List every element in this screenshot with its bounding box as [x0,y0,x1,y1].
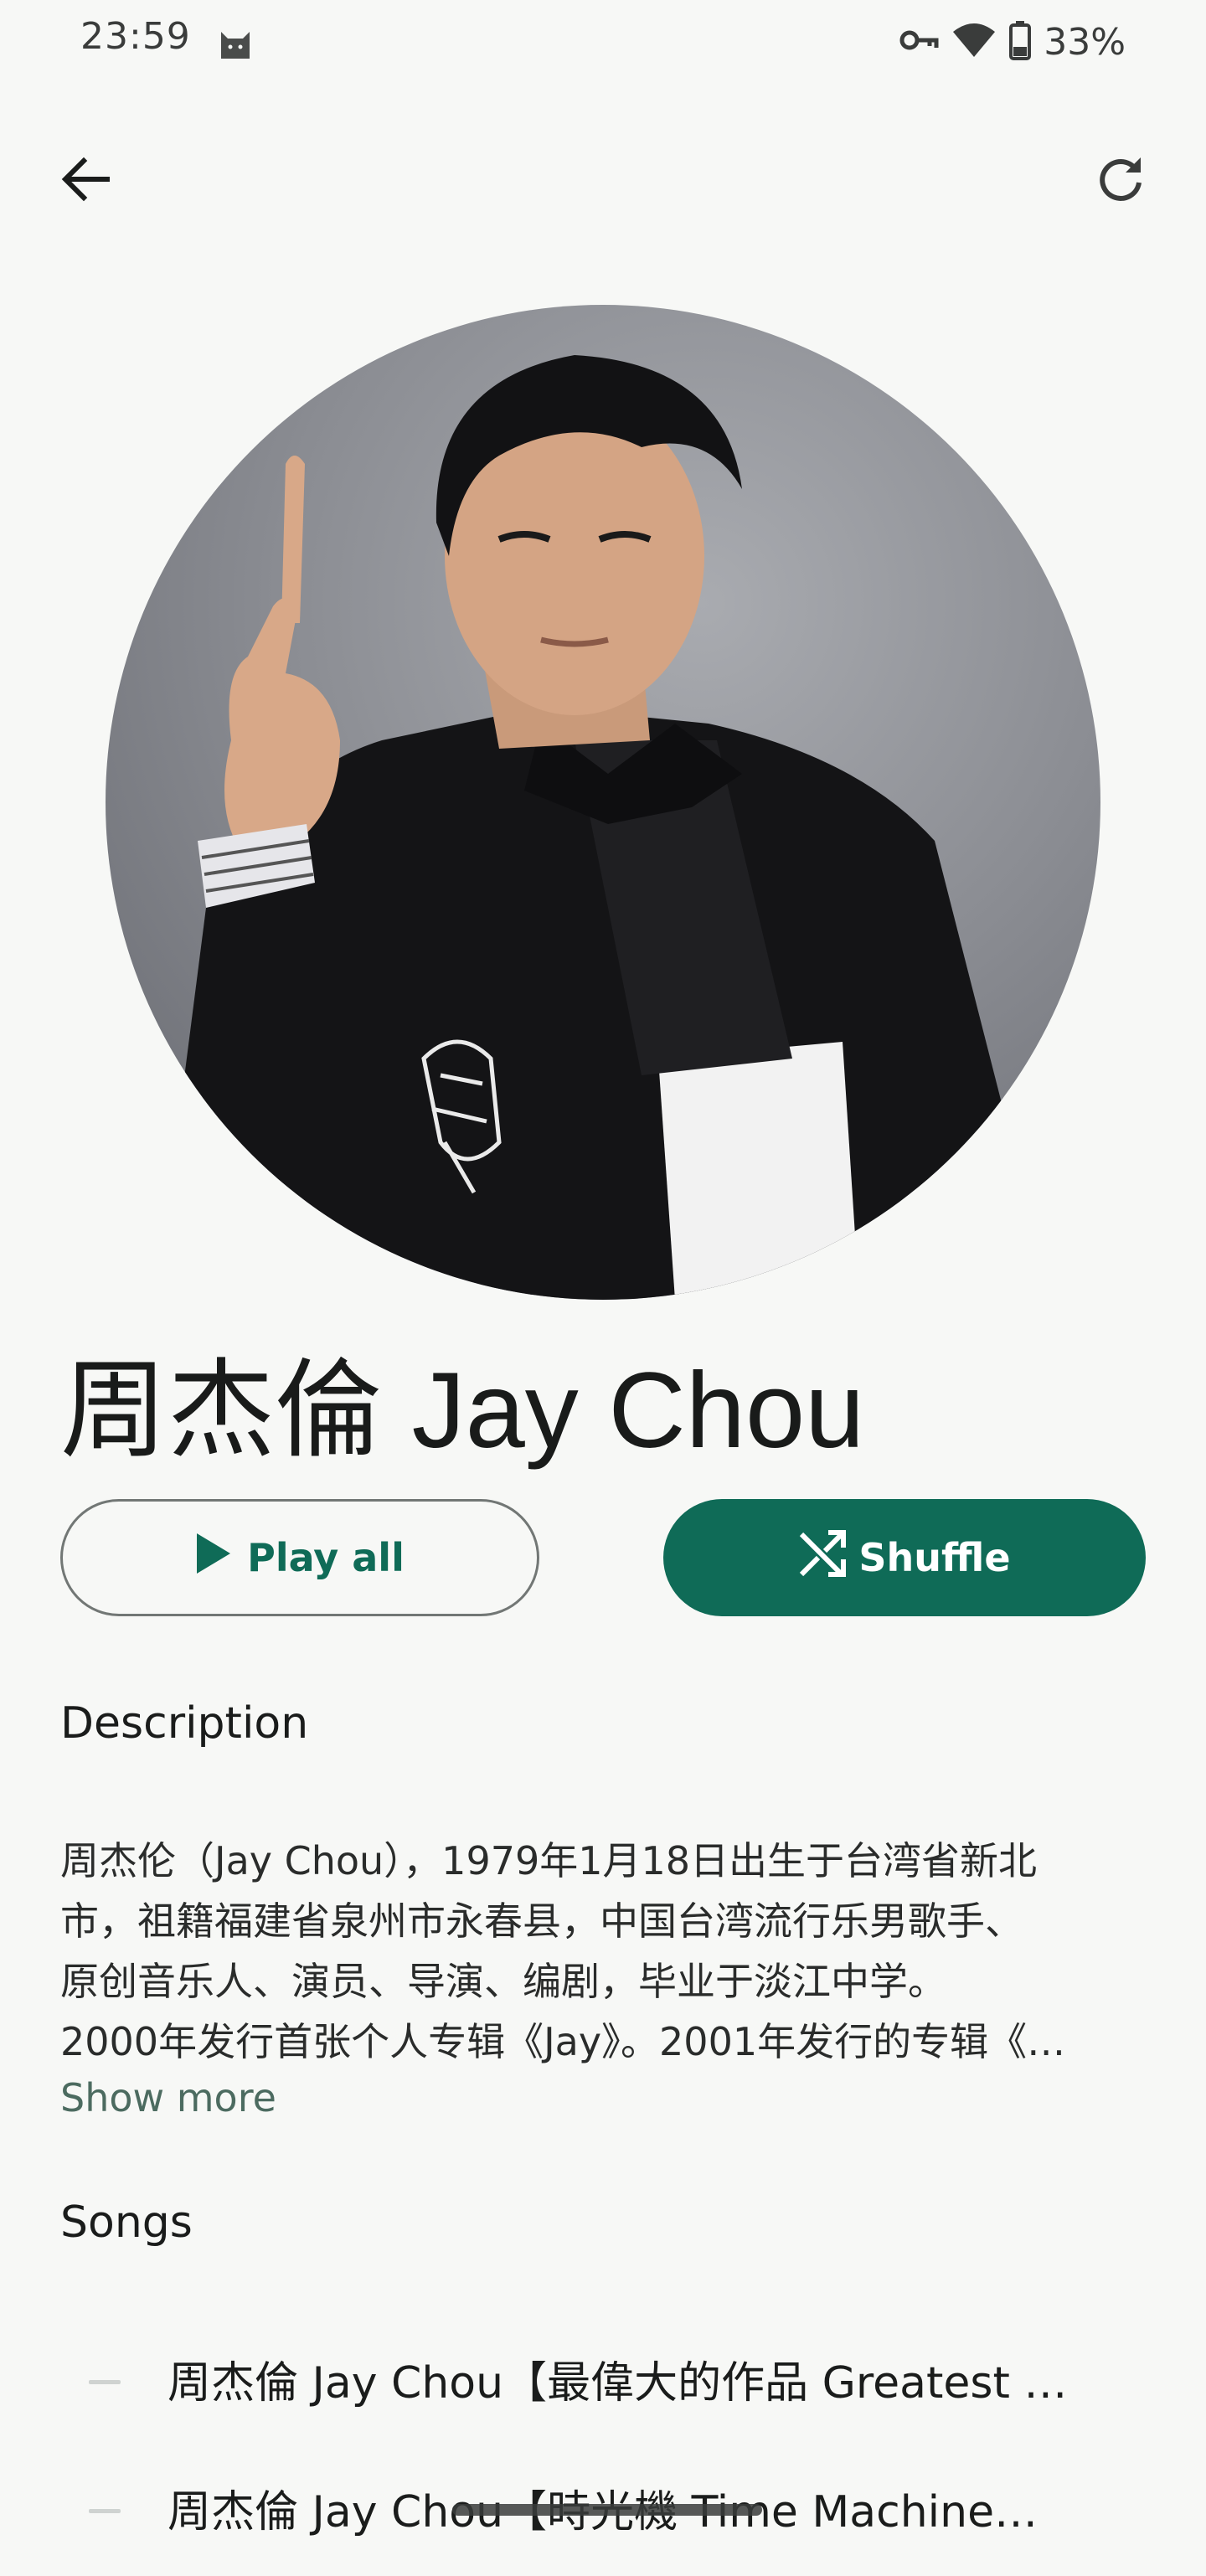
description-line: 原创音乐人、演员、导演、编剧，毕业于淡江中学。 [60,1959,946,2004]
track-placeholder-icon [89,2509,121,2513]
wifi-icon [951,22,997,62]
home-indicator[interactable] [452,2504,762,2516]
song-list-item[interactable]: 周杰倫 Jay Chou【最偉大的作品 Greatest … [0,2321,1206,2447]
shuffle-button[interactable]: Shuffle [663,1499,1146,1616]
status-time: 23:59 [80,15,191,58]
cat-notification-icon [216,23,255,62]
vpn-key-icon [899,28,940,56]
arrow-back-icon [59,152,112,209]
top-app-bar [0,134,1206,226]
artist-photo [106,305,1100,1300]
songs-heading: Songs [60,2197,193,2248]
status-icons: 33% [899,15,1126,69]
play-icon [195,1533,232,1583]
refresh-icon [1094,152,1147,209]
play-all-label: Play all [247,1535,405,1580]
description-heading: Description [60,1698,309,1749]
description-line: 市，祖籍福建省泉州市永春县，中国台湾流行乐男歌手、 [60,1899,1023,1944]
play-all-button[interactable]: Play all [60,1499,539,1616]
show-more-link[interactable]: Show more [60,2075,276,2120]
status-bar: 23:59 33% [0,0,1206,84]
battery-percent: 33% [1044,20,1126,64]
shuffle-label: Shuffle [858,1535,1011,1580]
shuffle-icon [798,1529,847,1587]
song-title: 周杰倫 Jay Chou【最偉大的作品 Greatest … [168,2358,1068,2409]
description-line: 周杰伦（Jay Chou），1979年1月18日出生于台湾省新北 [60,1838,1038,1883]
description-text: 周杰伦（Jay Chou），1979年1月18日出生于台湾省新北 市，祖籍福建省… [60,1831,1149,2072]
artist-name: 周杰倫 Jay Chou [60,1351,865,1471]
refresh-button[interactable] [1084,144,1157,218]
description-line: 2000年发行首张个人专辑《Jay》。2001年发行的专辑《… [60,2019,1066,2064]
battery-icon [1008,20,1032,64]
back-button[interactable] [49,144,122,218]
track-placeholder-icon [89,2380,121,2384]
